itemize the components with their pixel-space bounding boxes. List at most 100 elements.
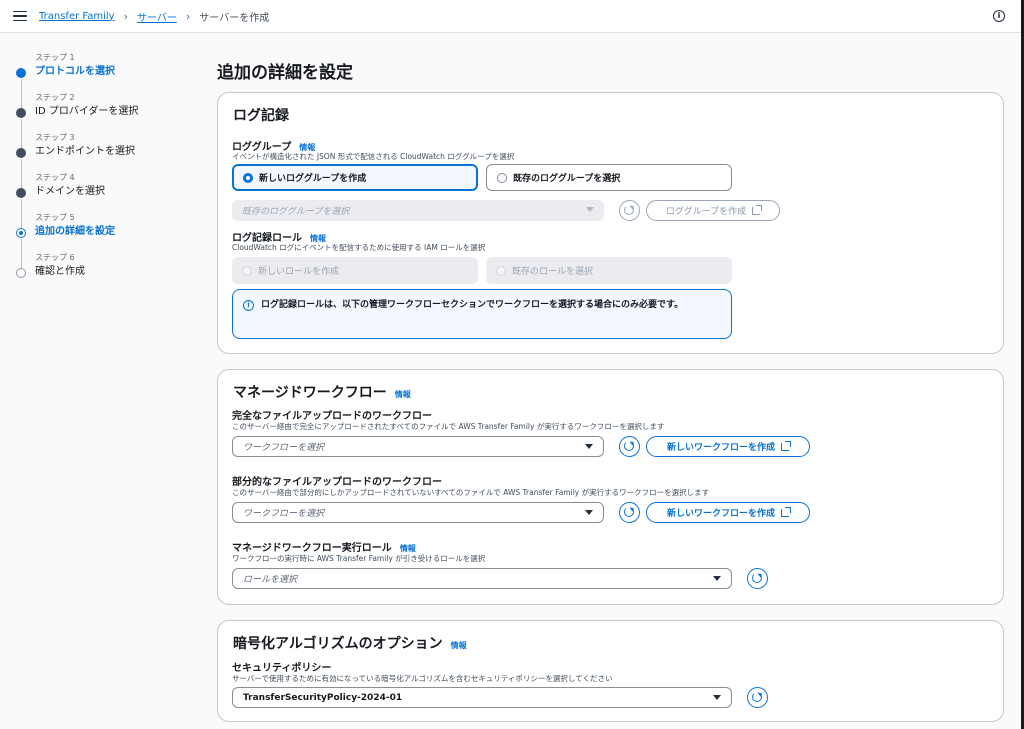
security-policy-label: セキュリティポリシー [232,663,332,674]
caret-down-icon [713,576,721,581]
caret-down-icon [585,510,593,515]
workflow-role-description: ワークフローの実行時に AWS Transfer Family が引き受けるロー… [232,554,486,563]
chevron-right-icon: › [185,9,191,23]
full-upload-label: 完全なファイルアップロードのワークフロー [232,411,432,422]
managed-workflow-container: マネージドワークフロー 情報 完全なファイルアップロードのワークフロー このサーバ… [217,369,1004,605]
log-group-description: イベントが構造化された JSON 形式で配信される CloudWatch ロググ… [232,152,515,161]
create-log-group-button: ロググループを作成 [646,200,780,221]
step-dot-icon [16,68,26,78]
button-label: ロググループを作成 [665,207,747,217]
refresh-icon[interactable] [619,502,640,523]
step-label: ステップ 3 [35,133,75,142]
wizard-steps: ステップ 1 プロトコルを選択 ステップ 2 ID プロバイダーを選択 ステップ… [16,52,206,292]
chevron-right-icon: › [123,9,128,23]
encryption-heading: 暗号化アルゴリズムのオプション 情報 [233,633,467,653]
step-dot-icon [16,108,26,118]
managed-workflow-heading: マネージドワークフロー 情報 [233,382,411,402]
radio-existing-log-group[interactable]: 既存のロググループを選択 [486,164,732,191]
full-upload-description: このサーバー経由で完全にアップロードされたすべてのファイルで AWS Trans… [232,422,665,431]
refresh-icon[interactable] [747,568,768,589]
refresh-icon [619,200,640,221]
breadcrumb-transfer-family[interactable]: Transfer Family [39,11,115,22]
caret-down-icon [586,207,594,212]
radio-new-log-group[interactable]: 新しいロググループを作成 [232,164,478,191]
new-workflow-button[interactable]: 新しいワークフローを作成 [646,436,810,457]
security-policy-select[interactable]: TransferSecurityPolicy-2024-01 [232,687,732,708]
step-label: ステップ 5 [35,213,75,222]
workflow-role-label: マネージドワークフロー実行ロール 情報 [232,539,416,554]
radio-icon [497,172,507,183]
step-name: ドメインを選択 [35,186,105,197]
step-name: 追加の詳細を設定 [35,226,115,237]
security-policy-description: サーバーで使用するために有効になっている暗号化アルゴリズムを含むセキュリティポリ… [232,674,613,683]
external-link-icon [781,440,791,451]
refresh-icon[interactable] [619,436,640,457]
workflow-role-select[interactable]: ロールを選択 [232,568,732,589]
select-placeholder: ワークフローを選択 [243,443,325,453]
step-4: ステップ 4 ドメインを選択 [16,172,206,228]
radio-label: 新しいロールを作成 [258,267,340,277]
logging-container: ログ記録 ロググループ 情報 イベントが構造化された JSON 形式で配信される … [217,92,1004,354]
radio-label: 既存のロググループを選択 [513,174,621,184]
new-workflow-button[interactable]: 新しいワークフローを作成 [646,502,810,523]
radio-label: 既存のロールを選択 [512,267,594,277]
step-current-icon [16,228,26,238]
info-link[interactable]: 情報 [400,544,416,553]
step-name: エンドポイントを選択 [35,146,135,157]
step-name: 確認と作成 [35,266,85,277]
info-link[interactable]: 情報 [395,390,411,399]
caret-down-icon [713,695,721,700]
external-link-icon [781,506,791,517]
managed-workflow-title: マネージドワークフロー [233,385,387,401]
breadcrumb-current: サーバーを作成 [199,12,270,24]
refresh-icon[interactable] [747,687,768,708]
step-label: ステップ 4 [35,173,75,182]
step-dot-icon [16,148,26,158]
step-6: ステップ 6 確認と作成 [16,252,206,292]
select-placeholder: ロールを選択 [243,575,298,585]
full-upload-workflow-select[interactable]: ワークフローを選択 [232,436,604,457]
select-placeholder: ワークフローを選択 [243,509,325,519]
top-navigation: Transfer Family › サーバー › サーバーを作成 i [0,0,1024,33]
step-dot-icon [16,188,26,198]
step-1[interactable]: ステップ 1 プロトコルを選択 [16,52,206,108]
button-label: 新しいワークフローを作成 [666,509,775,519]
partial-upload-workflow-select[interactable]: ワークフローを選択 [232,502,604,523]
radio-existing-role: 既存のロールを選択 [486,257,732,284]
info-icon[interactable]: i [993,10,1005,22]
page-title: 追加の詳細を設定 [217,63,353,83]
step-2: ステップ 2 ID プロバイダーを選択 [16,92,206,148]
step-label: ステップ 1 [35,53,75,62]
step-name[interactable]: プロトコルを選択 [35,65,206,79]
select-value: TransferSecurityPolicy-2024-01 [243,692,403,703]
step-label: ステップ 2 [35,93,75,102]
menu-icon[interactable] [13,10,27,22]
radio-label: 新しいロググループを作成 [259,174,367,184]
step-label: ステップ 6 [35,253,75,262]
encryption-title: 暗号化アルゴリズムのオプション [233,636,443,652]
button-label: 新しいワークフローを作成 [666,443,775,453]
radio-selected-icon [243,172,253,183]
step-3: ステップ 3 エンドポイントを選択 [16,132,206,188]
radio-icon [242,265,252,276]
radio-icon [496,265,506,276]
step-5: ステップ 5 追加の詳細を設定 [16,212,206,268]
partial-upload-description: このサーバー経由で部分的にしかアップロードされていないすべてのファイルで AWS… [232,488,710,497]
radio-new-role: 新しいロールを作成 [232,257,478,284]
info-alert: i ログ記録ロールは、以下の管理ワークフローセクションでワークフローを選択する場… [232,289,732,339]
breadcrumb: Transfer Family › サーバー › サーバーを作成 [39,9,269,24]
breadcrumb-servers[interactable]: サーバー [137,9,177,24]
caret-down-icon [585,444,593,449]
select-placeholder: 既存のロググループを選択 [242,207,350,217]
info-circle-icon: i [243,300,254,311]
logging-heading: ログ記録 [233,108,289,124]
external-link-icon [752,204,763,215]
step-name: ID プロバイダーを選択 [35,106,139,117]
encryption-container: 暗号化アルゴリズムのオプション 情報 セキュリティポリシー サーバーで使用するため… [217,620,1004,722]
logging-role-description: CloudWatch ログにイベントを配信するために使用する IAM ロールを選… [232,243,486,252]
info-link[interactable]: 情報 [451,641,467,650]
existing-log-group-select: 既存のロググループを選択 [232,200,604,221]
step-pending-icon [16,268,26,278]
alert-text: ログ記録ロールは、以下の管理ワークフローセクションでワークフローを選択する場合に… [261,300,684,310]
partial-upload-label: 部分的なファイルアップロードのワークフロー [232,477,442,488]
